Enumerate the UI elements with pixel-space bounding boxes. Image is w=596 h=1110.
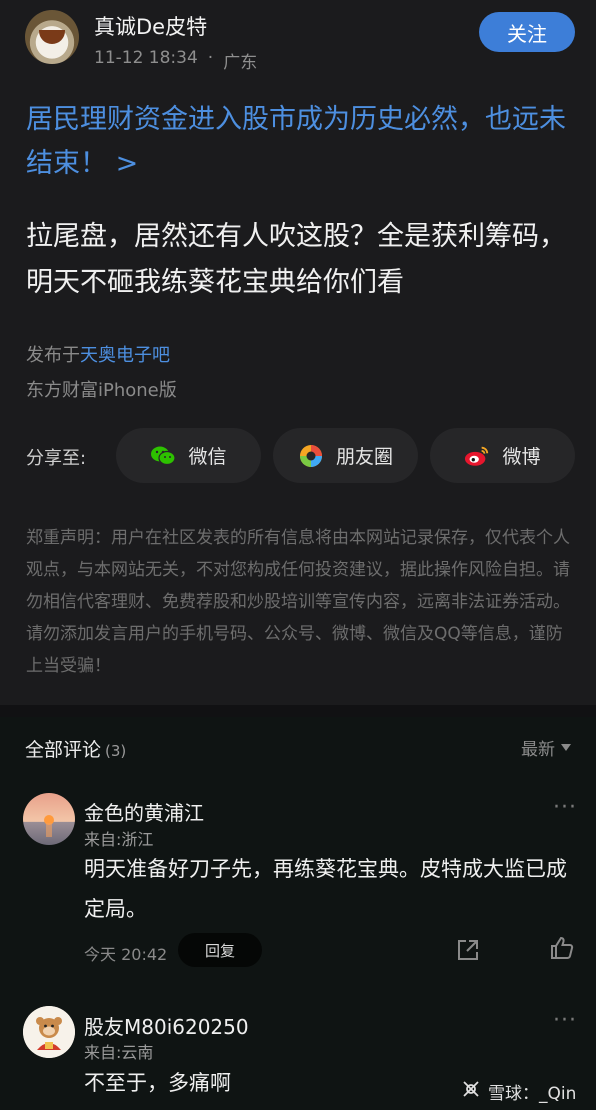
sort-dropdown[interactable]: 最新 <box>521 735 571 760</box>
stock-bar-link[interactable]: 天奥电子吧 <box>80 345 170 366</box>
chevron-down-icon <box>561 744 571 751</box>
comment-text: 明天准备好刀子先，再练葵花宝典。皮特成大监已成定局。 <box>84 857 567 921</box>
share-label: 分享至: <box>26 448 87 469</box>
commenter-name[interactable]: 股友M80i620250 <box>84 1011 249 1040</box>
more-options-icon[interactable]: ··· <box>553 795 577 820</box>
more-options-icon[interactable]: ··· <box>553 1008 577 1033</box>
post-body: 拉尾盘，居然还有人吹这股？全是获利筹码，明天不砸我练葵花宝典给你们看 <box>26 221 566 298</box>
weibo-icon <box>464 443 490 469</box>
comments-section: 全部评论 (3) 最新 金色的黄浦江 来自:浙江 ··· 明天准备好刀子先，再练葵… <box>0 717 596 1110</box>
commenter-avatar[interactable] <box>23 793 75 845</box>
author-avatar[interactable] <box>25 10 79 64</box>
author-name[interactable]: 真诚De皮特 <box>94 11 207 41</box>
share-weibo-label: 微博 <box>502 446 541 468</box>
watermark: 雪球：_Qin <box>460 1078 576 1105</box>
meta-separator: · <box>207 48 214 68</box>
post-meta: 11-12 18:34 · 广东 <box>94 48 257 73</box>
commenter-name[interactable]: 金色的黄浦江 <box>84 797 204 826</box>
follow-button[interactable]: 关注 <box>479 12 575 52</box>
disclaimer: 郑重声明：用户在社区发表的所有信息将由本网站记录保存，仅代表个人观点，与本网站无… <box>26 528 570 676</box>
share-wechat-label: 微信 <box>188 446 227 468</box>
section-divider <box>0 705 596 717</box>
post-location: 广东 <box>223 53 258 73</box>
share-weibo-button[interactable]: 微博 <box>430 428 575 483</box>
share-moments-label: 朋友圈 <box>335 446 393 468</box>
watermark-text: 雪球：_Qin <box>488 1084 577 1104</box>
commenter-avatar[interactable] <box>23 1006 75 1058</box>
published-in: 发布于天奥电子吧 <box>26 341 170 367</box>
reply-button[interactable]: 回复 <box>178 933 262 967</box>
commenter-location: 来自:云南 <box>84 1043 154 1062</box>
comment-time: 今天 20:42 <box>84 945 168 964</box>
post-section: 真诚De皮特 11-12 18:34 · 广东 关注 居民理财资金进入股市成为历… <box>0 0 596 705</box>
wechat-icon <box>150 443 177 469</box>
sort-label: 最新 <box>521 740 555 760</box>
moments-icon <box>298 443 324 469</box>
comments-count: (3) <box>105 742 127 760</box>
post-time: 11-12 18:34 <box>94 48 198 68</box>
client-info: 东方财富iPhone版 <box>26 380 177 401</box>
share-icon[interactable] <box>455 937 481 963</box>
commenter-location: 来自:浙江 <box>84 830 154 849</box>
share-moments-button[interactable]: 朋友圈 <box>273 428 418 483</box>
xueqiu-logo-icon <box>460 1078 482 1105</box>
published-prefix: 发布于 <box>26 345 80 366</box>
topic-link[interactable]: 居民理财资金进入股市成为历史必然，也远未结束！ > <box>26 98 578 186</box>
comments-header: 全部评论 (3) <box>25 735 126 762</box>
share-wechat-button[interactable]: 微信 <box>116 428 261 483</box>
like-icon[interactable] <box>549 935 575 961</box>
comments-title: 全部评论 <box>25 739 102 761</box>
